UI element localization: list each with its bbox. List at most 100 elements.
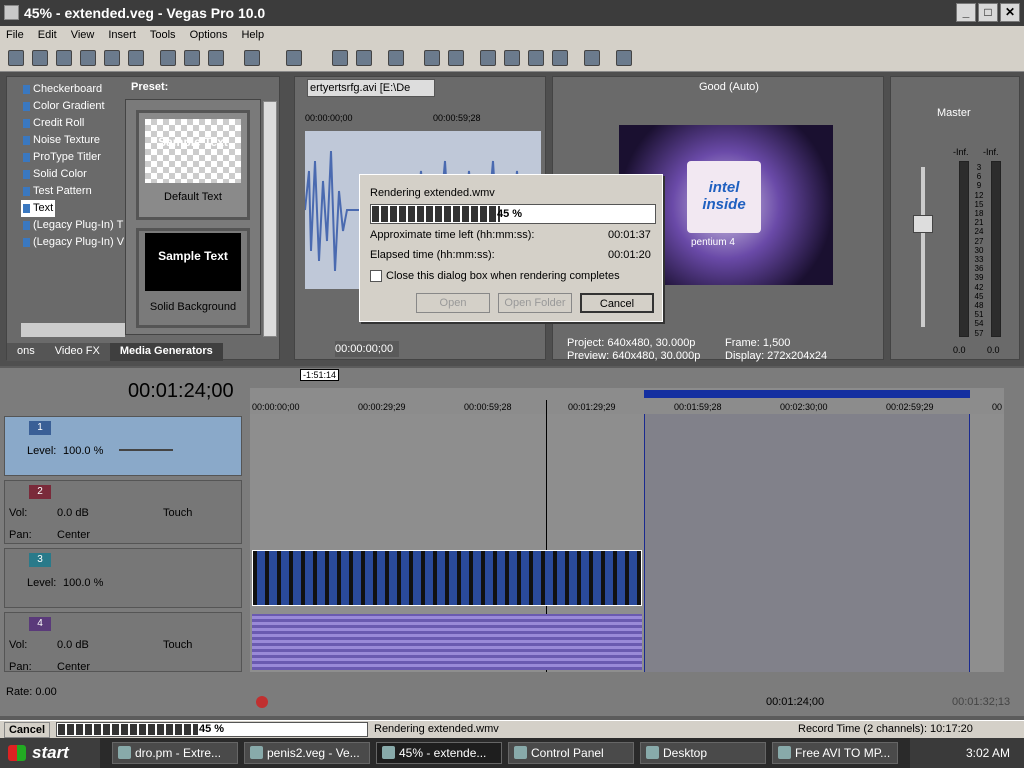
preset-scrollbar[interactable] [263,101,277,337]
menu-tools[interactable]: Tools [150,26,176,44]
preset-name: Solid Background [149,301,237,313]
menu-edit[interactable]: Edit [38,26,57,44]
generator-item[interactable]: Noise Texture [21,132,125,149]
whats-this-icon[interactable] [616,50,632,66]
minimize-button[interactable]: _ [956,3,976,22]
master-bus-panel: Master -Inf. -Inf. 3 6 9 12 15 18 21 24 27 30 33 36… [890,76,1020,360]
pan-label: Pan: [9,661,32,673]
preview-quality[interactable]: Good (Auto) [699,81,759,93]
undo-icon[interactable] [244,50,260,66]
status-progress-percent: 45 % [199,723,225,735]
preview-logo: intel inside [687,161,761,233]
cancel-button[interactable]: Cancel [580,293,654,313]
tab-video-fx[interactable]: Video FX [44,343,110,361]
task-item[interactable]: penis2.veg - Ve... [244,742,370,764]
generator-item-selected[interactable]: Text [21,200,55,217]
track-number: 3 [29,553,51,567]
save-icon[interactable] [56,50,72,66]
generator-item[interactable]: Solid Color [21,166,125,183]
properties-icon[interactable] [128,50,144,66]
render-icon[interactable] [104,50,120,66]
automation-mode[interactable]: Touch [163,639,192,651]
trimmer-file-select[interactable]: ertyertsrfg.avi [E:\De [307,79,435,97]
track-header-4[interactable]: 4 Vol: 0.0 dB Touch Pan: Center [4,612,242,673]
normal-edit-tool-icon[interactable] [480,50,496,66]
snap-icon[interactable] [332,50,348,66]
marker-icon[interactable] [356,50,372,66]
crossfade-icon[interactable] [424,50,440,66]
paste-icon[interactable] [208,50,224,66]
tab-transitions[interactable]: ons [7,343,45,361]
start-button[interactable]: start [0,738,100,768]
window-title: 45% - extended.veg - Vegas Pro 10.0 [24,5,266,21]
menu-options[interactable]: Options [190,26,228,44]
open-icon[interactable] [32,50,48,66]
save-as-icon[interactable] [80,50,96,66]
close-button[interactable]: ✕ [1000,3,1020,22]
generator-list-scrollbar[interactable] [21,323,125,337]
preset-name: Default Text [164,191,222,203]
menu-insert[interactable]: Insert [108,26,136,44]
task-item[interactable]: dro.pm - Extre... [112,742,238,764]
generator-list[interactable]: Checkerboard Color Gradient Credit Roll … [21,81,125,327]
paint-icon[interactable] [584,50,600,66]
lock-envelopes-icon[interactable] [448,50,464,66]
maximize-button[interactable]: □ [978,3,998,22]
task-item-active[interactable]: 45% - extende... [376,742,502,764]
tab-media-generators[interactable]: Media Generators [109,343,223,361]
meter-scale: 3 6 9 12 15 18 21 24 27 30 33 36 39 42 45 48 51 54 57 [974,163,984,338]
dialog-title: Rendering extended.wmv [370,187,495,199]
menu-file[interactable]: File [6,26,24,44]
ruler-label: 00:00:59;28 [464,402,512,412]
generator-item[interactable]: (Legacy Plug-In) V [21,234,125,251]
task-item[interactable]: Control Panel [508,742,634,764]
new-icon[interactable] [8,50,24,66]
window-tabs: ons Video FX Media Generators [7,343,279,361]
pan-value: Center [57,661,91,673]
preview-frame: Frame: 1,500 [725,337,791,349]
task-item[interactable]: Desktop [640,742,766,764]
ruler-label: 00:01:29;29 [568,402,616,412]
envelope-tool-icon[interactable] [504,50,520,66]
audio-clip[interactable] [252,614,642,670]
selection-tool-icon[interactable] [528,50,544,66]
copy-icon[interactable] [184,50,200,66]
track-header-2[interactable]: 2 Vol: 0.0 dB Touch Pan: Center [4,480,242,544]
timeline-marker: -1:51:14 [300,369,340,381]
preset-solid-background[interactable]: Sample Text Solid Background [136,228,250,328]
menu-help[interactable]: Help [241,26,264,44]
record-icon[interactable] [256,696,268,708]
generator-item[interactable]: Credit Roll [21,115,125,132]
video-clip[interactable] [252,550,642,606]
generator-item[interactable]: Test Pattern [21,183,125,200]
generator-item[interactable]: Checkerboard [21,81,125,98]
generator-item[interactable]: ProType Titler [21,149,125,166]
automation-mode[interactable]: Touch [163,507,192,519]
generator-item[interactable]: (Legacy Plug-In) T [21,217,125,234]
close-when-done-checkbox[interactable] [370,270,382,282]
zoom-tool-icon[interactable] [552,50,568,66]
status-cancel-button[interactable]: Cancel [4,722,50,738]
menu-view[interactable]: View [71,26,95,44]
preset-default-text[interactable]: Sample Text Default Text [136,110,250,220]
menu-bar: File Edit View Insert Tools Options Help [0,26,1024,44]
ripple-icon[interactable] [388,50,404,66]
cut-icon[interactable] [160,50,176,66]
task-item[interactable]: Free AVI TO MP... [772,742,898,764]
redo-icon[interactable] [286,50,302,66]
dialog-progress-bar: 45 % [370,204,656,224]
open-folder-button[interactable]: Open Folder [498,293,572,313]
generator-item[interactable]: Color Gradient [21,98,125,115]
level-value: 100.0 % [63,577,104,589]
open-button[interactable]: Open [416,293,490,313]
ruler-label: 00:00:29;29 [358,402,406,412]
loop-region[interactable] [644,390,970,398]
master-fader[interactable] [913,215,933,233]
ruler-label: 00 [992,402,1003,412]
meter-foot-right: 0.0 [987,345,1000,355]
track-number: 1 [29,421,51,435]
level-slider[interactable] [119,449,173,451]
track-header-3[interactable]: 3 Level: 100.0 % [4,548,242,608]
track-header-1[interactable]: 1 Level: 100.0 % [4,416,242,476]
preview-display: Display: 272x204x24 [725,350,828,362]
